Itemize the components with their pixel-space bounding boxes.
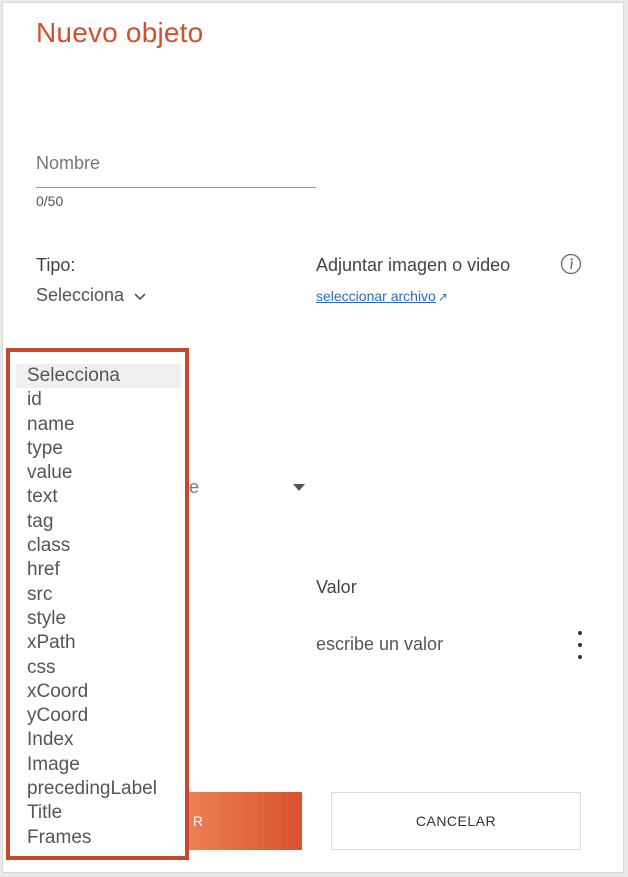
external-link-icon: ↗	[437, 290, 448, 304]
dropdown-option[interactable]: Selecciona	[16, 364, 181, 389]
tipo-label: Tipo:	[36, 255, 76, 275]
dropdown-option[interactable]: tag	[16, 510, 181, 534]
dropdown-option[interactable]: yCoord	[16, 704, 181, 728]
dropdown-option[interactable]: css	[16, 656, 181, 680]
attribute-dropdown-list[interactable]: Selecciona id name type value text tag class hre…	[6, 348, 189, 860]
partially-hidden-select-text: e	[189, 477, 200, 497]
cancel-button[interactable]: CANCELAR	[331, 792, 581, 850]
tipo-select[interactable]: Selecciona	[36, 285, 148, 306]
dropdown-option[interactable]: value	[16, 461, 181, 485]
dropdown-option[interactable]: text	[16, 485, 181, 509]
dropdown-option[interactable]: class	[16, 534, 181, 558]
dropdown-option[interactable]: name	[16, 413, 181, 437]
dropdown-option[interactable]: Title	[16, 801, 181, 825]
dropdown-option[interactable]: type	[16, 437, 181, 461]
caret-down-icon[interactable]	[293, 484, 305, 491]
page-title: Nuevo objeto	[36, 17, 204, 48]
name-char-counter: 0/50	[36, 193, 64, 209]
valor-label: Valor	[316, 577, 357, 597]
dropdown-options: Selecciona id name type value text tag class hre…	[10, 364, 185, 850]
tipo-selected-value: Selecciona	[36, 285, 125, 305]
dropdown-option[interactable]: href	[16, 558, 181, 582]
chevron-down-icon	[134, 292, 146, 300]
dropdown-option[interactable]: id	[16, 388, 181, 412]
more-vertical-icon[interactable]	[573, 631, 587, 659]
attach-label: Adjuntar imagen o video	[316, 255, 511, 275]
dropdown-option[interactable]: xPath	[16, 631, 181, 655]
name-input[interactable]	[36, 143, 316, 188]
valor-input[interactable]	[316, 629, 556, 659]
dropdown-option[interactable]: Frames	[16, 826, 181, 850]
dropdown-option[interactable]: xCoord	[16, 680, 181, 704]
dropdown-option[interactable]: src	[16, 583, 181, 607]
dropdown-option[interactable]: Index	[16, 728, 181, 752]
dropdown-option[interactable]: style	[16, 607, 181, 631]
dropdown-option[interactable]: precedingLabel	[16, 777, 181, 801]
info-circle-icon[interactable]	[560, 253, 582, 275]
dropdown-option[interactable]: Image	[16, 753, 181, 777]
select-file-link-text: seleccionar archivo	[316, 288, 436, 304]
select-file-link[interactable]: seleccionar archivo ↗	[316, 288, 448, 304]
